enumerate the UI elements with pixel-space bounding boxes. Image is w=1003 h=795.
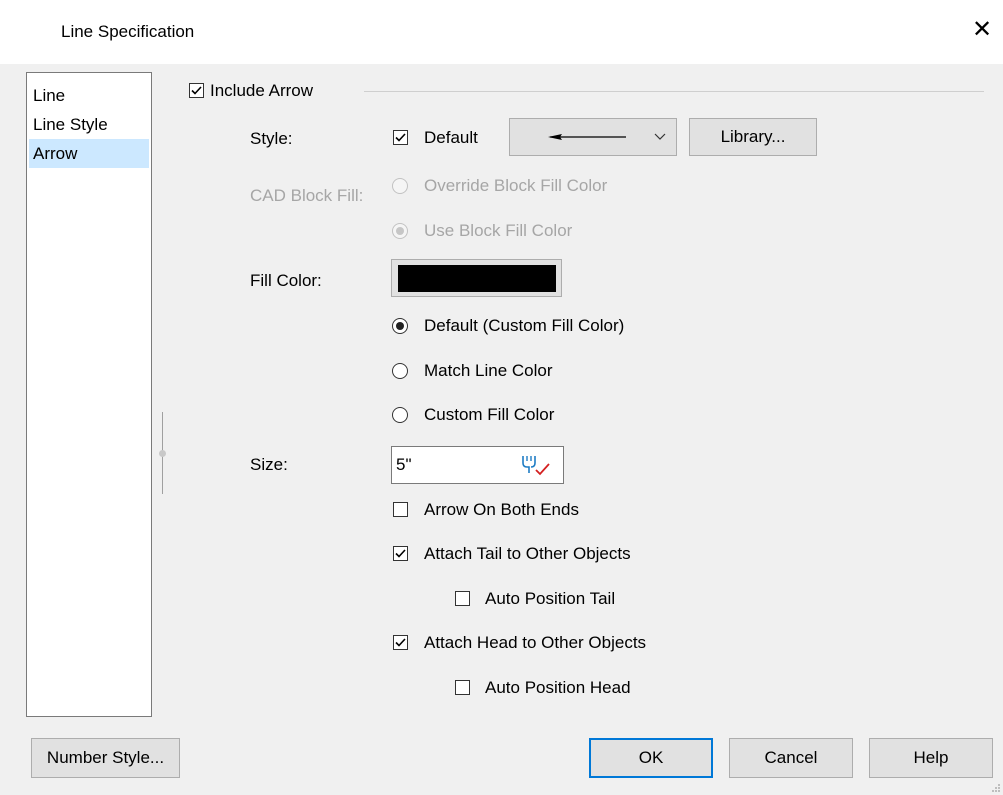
default-fill-radio[interactable]	[392, 318, 408, 334]
auto-position-tail-checkbox[interactable]	[455, 591, 470, 606]
library-button[interactable]: Library...	[689, 118, 817, 156]
help-button[interactable]: Help	[869, 738, 993, 778]
attach-tail-label: Attach Tail to Other Objects	[424, 544, 631, 563]
custom-fill-color-label: Custom Fill Color	[424, 405, 555, 424]
include-arrow-label: Include Arrow	[210, 81, 313, 100]
cad-block-fill-label: CAD Block Fill:	[250, 186, 364, 205]
match-line-color-label: Match Line Color	[424, 361, 553, 380]
auto-position-tail-label: Auto Position Tail	[485, 589, 616, 608]
size-label: Size:	[250, 455, 288, 474]
arrow-both-ends-checkbox[interactable]	[393, 502, 408, 517]
use-block-fill-radio[interactable]	[392, 223, 408, 239]
override-block-fill-label: Override Block Fill Color	[424, 176, 608, 195]
arrow-left-line-icon	[548, 134, 626, 140]
cancel-button[interactable]: Cancel	[729, 738, 853, 778]
resize-grip-icon[interactable]	[990, 782, 1001, 793]
ok-button[interactable]: OK	[589, 738, 713, 778]
sidebar-item-arrow[interactable]: Arrow	[29, 139, 149, 168]
size-value: 5"	[396, 455, 412, 474]
title-bar: Line Specification ✕	[0, 0, 1003, 64]
auto-position-head-label: Auto Position Head	[485, 678, 631, 697]
attach-head-checkbox[interactable]	[393, 635, 408, 650]
default-fill-label: Default (Custom Fill Color)	[424, 316, 625, 335]
splitter-handle[interactable]	[159, 450, 166, 457]
override-block-fill-radio[interactable]	[392, 178, 408, 194]
sidebar-item-line-style[interactable]: Line Style	[29, 110, 149, 139]
fill-color-label: Fill Color:	[250, 271, 322, 290]
match-line-color-radio[interactable]	[392, 363, 408, 379]
fill-color-swatch	[398, 265, 556, 292]
sidebar: Line Line Style Arrow	[26, 72, 152, 717]
window-title: Line Specification	[61, 22, 195, 41]
style-label: Style:	[250, 129, 293, 148]
chevron-down-icon	[654, 133, 666, 140]
include-arrow-checkbox[interactable]	[189, 83, 204, 98]
auto-position-head-checkbox[interactable]	[455, 680, 470, 695]
group-divider	[364, 91, 984, 92]
arrow-both-ends-label: Arrow On Both Ends	[424, 500, 579, 519]
close-icon[interactable]: ✕	[972, 18, 992, 42]
size-default-icon[interactable]	[520, 452, 556, 478]
use-block-fill-label: Use Block Fill Color	[424, 221, 573, 240]
attach-head-label: Attach Head to Other Objects	[424, 633, 647, 652]
size-input[interactable]: 5"	[391, 446, 564, 484]
arrow-style-dropdown[interactable]	[509, 118, 677, 156]
style-default-label: Default	[424, 128, 478, 147]
style-default-checkbox[interactable]	[393, 130, 408, 145]
sidebar-item-line[interactable]: Line	[29, 81, 149, 110]
attach-tail-checkbox[interactable]	[393, 546, 408, 561]
custom-fill-color-radio[interactable]	[392, 407, 408, 423]
number-style-button[interactable]: Number Style...	[31, 738, 180, 778]
